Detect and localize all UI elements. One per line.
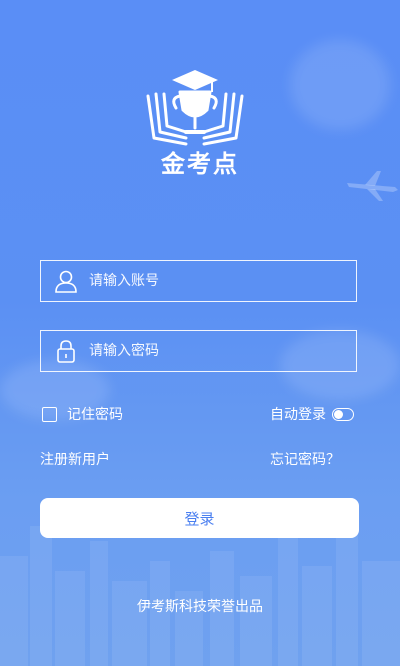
brand-name: 金考点: [161, 150, 239, 178]
remember-label: 记住密码: [67, 407, 123, 423]
forgot-password-link[interactable]: 忘记密码？: [270, 449, 340, 469]
auto-login-toggle-icon[interactable]: [332, 407, 354, 421]
user-icon: [55, 270, 77, 293]
account-field[interactable]: [40, 260, 357, 302]
login-button[interactable]: 登录: [40, 498, 359, 538]
remember-password-option[interactable]: 记住密码: [42, 404, 123, 424]
lock-icon: [57, 340, 75, 363]
auto-login-option[interactable]: 自动登录: [270, 404, 354, 424]
remember-checkbox[interactable]: [42, 406, 57, 422]
background-cloud: [290, 40, 390, 130]
background-city-skyline: [0, 521, 400, 666]
password-input[interactable]: [87, 342, 356, 360]
footer-text: 伊考斯科技荣誉出品: [137, 599, 263, 615]
account-input[interactable]: [87, 272, 356, 290]
register-link[interactable]: 注册新用户: [40, 449, 110, 469]
auto-login-label: 自动登录: [270, 407, 326, 423]
password-field[interactable]: [40, 330, 357, 372]
